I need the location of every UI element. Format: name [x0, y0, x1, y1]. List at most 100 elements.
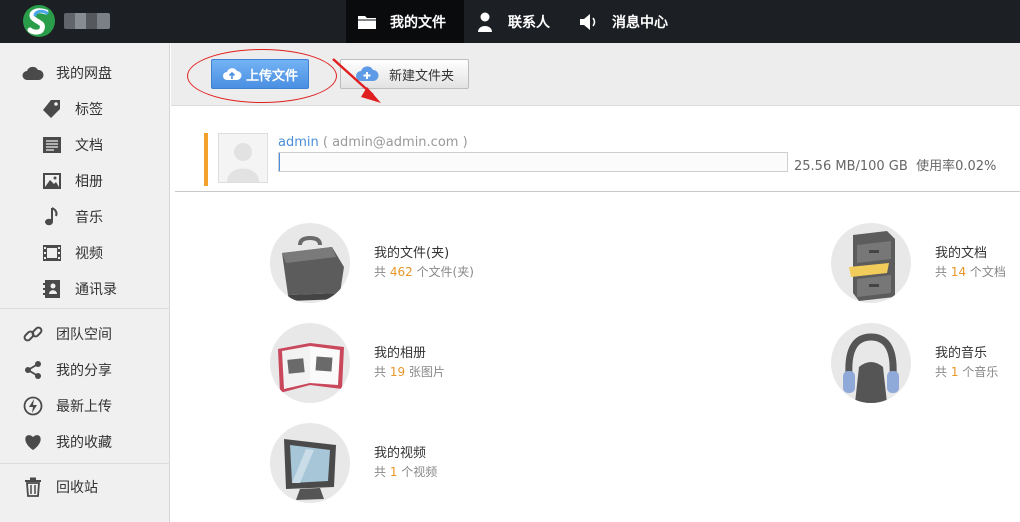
category-my-album[interactable]: 我的相册 共 19 张图片: [270, 323, 445, 403]
cloud-upload-icon: [222, 66, 242, 82]
sidebar-item-favorites[interactable]: 我的收藏: [22, 426, 112, 458]
upload-file-button[interactable]: 上传文件: [211, 59, 309, 89]
sidebar-item-tags[interactable]: 标签: [41, 93, 103, 125]
toolbar: 上传文件 新建文件夹: [171, 43, 1020, 106]
count-prefix: 共: [935, 365, 951, 379]
new-folder-label: 新建文件夹: [388, 68, 454, 84]
sidebar-item-label: 通讯录: [75, 282, 117, 298]
category-my-videos[interactable]: 我的视频 共 1 个视频: [270, 423, 437, 503]
count-number: 14: [950, 265, 967, 279]
count-prefix: 共: [935, 265, 951, 279]
sidebar-item-label: 我的分享: [56, 363, 112, 379]
file-cabinet-icon: [831, 223, 911, 303]
avatar[interactable]: [218, 133, 268, 183]
count-number: 462: [389, 265, 413, 279]
sidebar-item-recycle-bin[interactable]: 回收站: [22, 471, 98, 503]
category-count: 共 1 个音乐: [935, 363, 998, 381]
category-info: 我的视频 共 1 个视频: [374, 445, 437, 481]
speaker-icon: [578, 11, 600, 33]
trash-icon: [22, 476, 44, 498]
topnav-message-center[interactable]: 消息中心: [568, 0, 686, 43]
folder-icon: [356, 11, 378, 33]
count-suffix: 个文档: [966, 265, 1006, 279]
sidebar-item-label: 相册: [75, 174, 103, 190]
category-info: 我的音乐 共 1 个音乐: [935, 345, 998, 381]
address-book-icon: [41, 278, 63, 300]
tag-icon: [41, 98, 63, 120]
sidebar-item-video[interactable]: 视频: [41, 237, 103, 269]
share-icon: [22, 359, 44, 381]
logo-icon[interactable]: [22, 4, 56, 38]
sidebar-item-label: 文档: [75, 138, 103, 154]
photo-album-icon: [270, 323, 350, 403]
briefcase-icon: [270, 223, 350, 303]
sidebar: 我的网盘 标签 文档 相册 音乐 视频 通讯录 团队空间 我的分享 最新上传 我…: [0, 43, 170, 522]
sidebar-item-my-share[interactable]: 我的分享: [22, 354, 112, 386]
user-email: ( admin@admin.com ): [322, 135, 468, 150]
storage-quota-text: 25.56 MB/100 GB 使用率0.02%: [794, 155, 996, 174]
cloud-add-icon: [355, 65, 379, 83]
person-icon: [474, 11, 496, 33]
storage-quota-bar: [278, 152, 788, 172]
sidebar-item-label: 音乐: [75, 210, 103, 226]
sidebar-item-label: 标签: [75, 102, 103, 118]
count-suffix: 个音乐: [958, 365, 999, 379]
link-icon: [22, 323, 44, 345]
sidebar-item-label: 我的网盘: [56, 66, 112, 82]
cloud-icon: [22, 62, 44, 84]
new-folder-button[interactable]: 新建文件夹: [340, 59, 469, 89]
topnav-label: 联系人: [508, 14, 550, 31]
sidebar-item-address-book[interactable]: 通讯录: [41, 273, 117, 305]
headphones-icon: [831, 323, 911, 403]
count-suffix: 个视频: [397, 465, 438, 479]
content-divider: [175, 191, 1020, 192]
sidebar-item-team-space[interactable]: 团队空间: [22, 318, 112, 350]
category-my-documents[interactable]: 我的文档 共 14 个文档: [831, 223, 1006, 303]
storage-used: 25.56 MB/100 GB: [794, 159, 908, 174]
sidebar-item-label: 团队空间: [56, 327, 112, 343]
sidebar-item-label: 最新上传: [56, 399, 112, 415]
sidebar-item-my-disk[interactable]: 我的网盘: [22, 57, 112, 89]
count-number: 19: [389, 365, 406, 379]
avatar-placeholder-icon: [227, 143, 259, 182]
brand-name-blurred: [64, 13, 110, 29]
category-count: 共 14 个文档: [935, 263, 1006, 281]
count-suffix: 个文件(夹): [412, 265, 474, 279]
count-prefix: 共: [374, 265, 390, 279]
sidebar-divider: [0, 308, 170, 309]
monitor-icon: [270, 423, 350, 503]
count-prefix: 共: [374, 465, 390, 479]
sidebar-item-label: 回收站: [56, 480, 98, 496]
category-title: 我的视频: [374, 446, 427, 461]
lightning-icon: [22, 395, 44, 417]
top-bar: 我的文件 联系人 消息中心: [0, 0, 1020, 43]
sidebar-item-recent-uploads[interactable]: 最新上传: [22, 390, 112, 422]
heart-icon: [22, 431, 44, 453]
image-icon: [41, 170, 63, 192]
category-my-music[interactable]: 我的音乐 共 1 个音乐: [831, 323, 998, 403]
category-title: 我的相册: [374, 346, 427, 361]
user-info-panel: admin ( admin@admin.com ) 25.56 MB/100 G…: [204, 130, 1020, 188]
document-icon: [41, 134, 63, 156]
storage-usage-rate: 使用率0.02%: [916, 159, 997, 174]
topnav-label: 消息中心: [612, 14, 668, 31]
category-my-files[interactable]: 我的文件(夹) 共 462 个文件(夹): [270, 223, 474, 303]
sidebar-item-music[interactable]: 音乐: [41, 201, 103, 233]
sidebar-item-documents[interactable]: 文档: [41, 129, 103, 161]
category-count: 共 19 张图片: [374, 363, 445, 381]
category-title: 我的文件(夹): [374, 246, 450, 261]
category-info: 我的相册 共 19 张图片: [374, 345, 445, 381]
topnav-label: 我的文件: [390, 14, 446, 31]
category-count: 共 462 个文件(夹): [374, 263, 474, 281]
upload-file-label: 上传文件: [245, 68, 298, 84]
username-link[interactable]: admin: [278, 135, 319, 150]
top-navigation: 我的文件 联系人 消息中心: [346, 0, 686, 43]
sidebar-item-album[interactable]: 相册: [41, 165, 103, 197]
topnav-contacts[interactable]: 联系人: [464, 0, 568, 43]
sidebar-item-label: 我的收藏: [56, 435, 112, 451]
count-suffix: 张图片: [405, 365, 445, 379]
count-prefix: 共: [374, 365, 390, 379]
sidebar-divider: [0, 463, 170, 464]
film-icon: [41, 242, 63, 264]
topnav-my-files[interactable]: 我的文件: [346, 0, 464, 43]
